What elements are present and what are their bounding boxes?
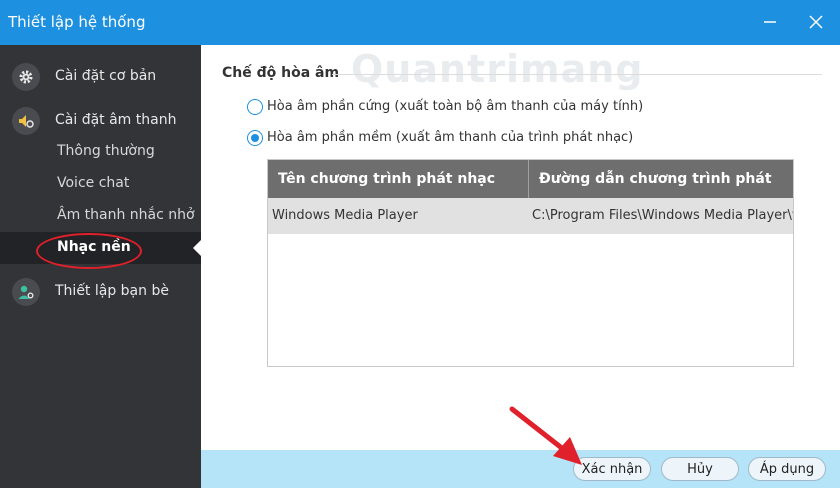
annotation-arrow bbox=[509, 406, 582, 465]
